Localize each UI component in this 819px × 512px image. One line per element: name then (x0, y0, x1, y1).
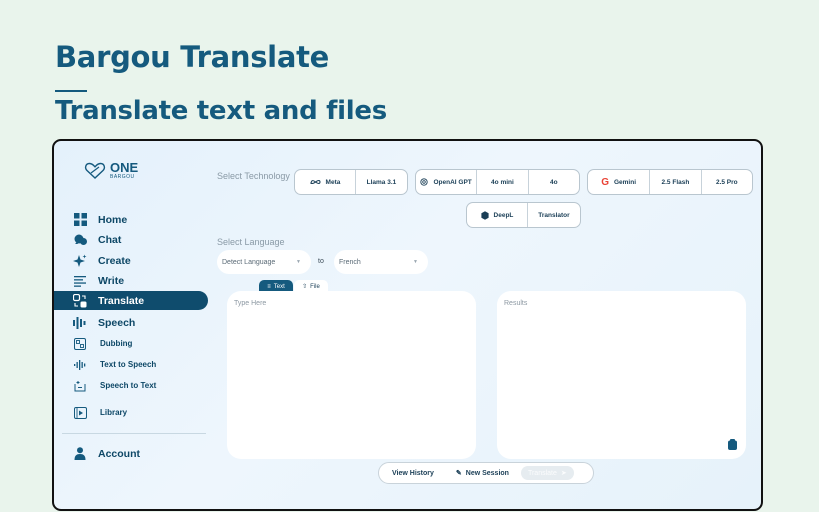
chat-icon (72, 232, 88, 248)
model-label: 2.5 Pro (715, 178, 738, 186)
sidebar-item-label: Write (98, 274, 125, 287)
logo-bargou: BARGOU (110, 174, 135, 180)
sidebar-item-home[interactable]: Home (54, 210, 208, 229)
sidebar-item-label: Text to Speech (100, 360, 157, 369)
model-25-flash-button[interactable]: 2.5 Flash (650, 170, 702, 194)
library-icon (72, 405, 88, 421)
grid-icon (72, 212, 88, 228)
google-icon: G (601, 176, 609, 188)
view-history-label: View History (392, 469, 434, 477)
sidebar-item-label: Create (98, 254, 131, 267)
chevron-down-icon: ▼ (296, 259, 301, 265)
new-session-button[interactable]: ✎ New Session (455, 469, 509, 478)
lines-icon: ≡ (267, 283, 271, 290)
tab-file-label: File (310, 283, 320, 290)
tech-deepl-button[interactable]: DeepL (467, 203, 528, 227)
tech-group-gemini: G Gemini 2.5 Flash 2.5 Pro (587, 169, 753, 195)
model-label: 2.5 Flash (661, 178, 690, 186)
sidebar-item-label: Library (100, 408, 128, 417)
sidebar-item-chat[interactable]: Chat (54, 230, 208, 249)
sidebar-item-create[interactable]: Create (54, 251, 208, 270)
model-label: Translator (538, 211, 570, 219)
sidebar-item-label: Speech (98, 316, 136, 329)
sidebar-item-translate[interactable]: Translate (54, 291, 208, 310)
model-label: 4o (550, 178, 558, 186)
dubbing-icon (72, 336, 88, 352)
sidebar-item-label: Home (98, 213, 128, 226)
source-language-value: Detect Language (222, 258, 276, 266)
logo-one: ONE (110, 160, 139, 175)
translate-button[interactable]: Translate ➤ (520, 466, 574, 480)
meta-icon (310, 180, 321, 185)
sidebar-item-speech-to-text[interactable]: Speech to Text (54, 376, 208, 395)
translate-label: Translate (527, 469, 557, 477)
sidebar-item-label: Translate (98, 294, 145, 307)
tech-meta-label: Meta (325, 178, 341, 186)
tech-openai-label: OpenAI GPT (433, 178, 472, 186)
view-history-button[interactable]: View History (392, 470, 434, 477)
model-translator-button[interactable]: Translator (528, 203, 580, 227)
chevron-down-icon: ▼ (413, 259, 418, 265)
pencil-icon: ✎ (455, 470, 462, 477)
sidebar-item-label: Account (98, 447, 140, 460)
results-panel: Results (497, 291, 746, 459)
file-icon: ⇧ (302, 284, 308, 290)
target-language-select[interactable]: French ▼ (334, 250, 428, 274)
openai-icon (420, 178, 429, 186)
input-panel[interactable]: Type Here (227, 291, 476, 459)
language-label: Select Language (217, 237, 285, 247)
copy-icon[interactable] (728, 439, 737, 450)
main-content: Select Technology Meta Llama 3.1 OpenAI … (214, 141, 761, 509)
stt-icon (72, 378, 88, 394)
heart-logo-icon (84, 162, 106, 179)
results-placeholder: Results (504, 300, 528, 307)
sidebar-item-label: Dubbing (100, 339, 133, 348)
tech-meta-button[interactable]: Meta (295, 170, 356, 194)
tech-group-deepl: DeepL Translator (466, 202, 581, 228)
sidebar-item-label: Chat (98, 233, 122, 246)
tech-deepl-label: DeepL (493, 211, 514, 219)
action-bar: View History ✎ New Session Translate ➤ (378, 462, 594, 484)
deepl-icon (480, 210, 489, 220)
app-window: ONE BARGOU Home Chat Create Write Transl… (52, 139, 763, 511)
model-llama-button[interactable]: Llama 3.1 (356, 170, 407, 194)
new-session-label: New Session (465, 469, 509, 477)
sidebar-item-library[interactable]: Library (54, 403, 208, 422)
sidebar-item-speech[interactable]: Speech (54, 313, 208, 332)
tts-icon (72, 357, 88, 373)
sidebar: ONE BARGOU Home Chat Create Write Transl… (54, 141, 209, 509)
sidebar-item-account[interactable]: Account (54, 444, 208, 463)
technology-label: Select Technology (217, 171, 290, 181)
tab-text-label: Text (273, 283, 285, 290)
logo[interactable]: ONE BARGOU (84, 161, 138, 180)
model-25-pro-button[interactable]: 2.5 Pro (702, 170, 752, 194)
tech-gemini-label: Gemini (613, 178, 637, 186)
model-4o-button[interactable]: 4o (529, 170, 579, 194)
sidebar-item-label: Speech to Text (100, 381, 157, 390)
hero-subtitle: Translate text and files (55, 96, 387, 126)
user-icon (72, 446, 88, 462)
to-label: to (318, 258, 324, 265)
sidebar-divider (62, 433, 206, 434)
sidebar-item-text-to-speech[interactable]: Text to Speech (54, 355, 208, 374)
sidebar-item-write[interactable]: Write (54, 271, 208, 290)
model-4o-mini-button[interactable]: 4o mini (477, 170, 529, 194)
hero-rule (55, 90, 87, 92)
send-icon: ➤ (560, 470, 567, 477)
sidebar-item-dubbing[interactable]: Dubbing (54, 334, 208, 353)
translate-icon (72, 293, 88, 309)
lines-icon (72, 273, 88, 289)
input-placeholder: Type Here (234, 300, 267, 307)
tech-openai-button[interactable]: OpenAI GPT (416, 170, 478, 194)
sparkle-icon (72, 253, 88, 269)
hero-title: Bargou Translate (55, 40, 330, 74)
waveform-icon (72, 315, 88, 331)
tech-group-meta: Meta Llama 3.1 (294, 169, 408, 195)
tech-gemini-button[interactable]: G Gemini (588, 170, 651, 194)
model-label: Llama 3.1 (366, 178, 397, 186)
model-label: 4o mini (491, 178, 514, 186)
target-language-value: French (339, 258, 361, 266)
source-language-select[interactable]: Detect Language ▼ (217, 250, 311, 274)
tech-group-openai: OpenAI GPT 4o mini 4o (415, 169, 580, 195)
